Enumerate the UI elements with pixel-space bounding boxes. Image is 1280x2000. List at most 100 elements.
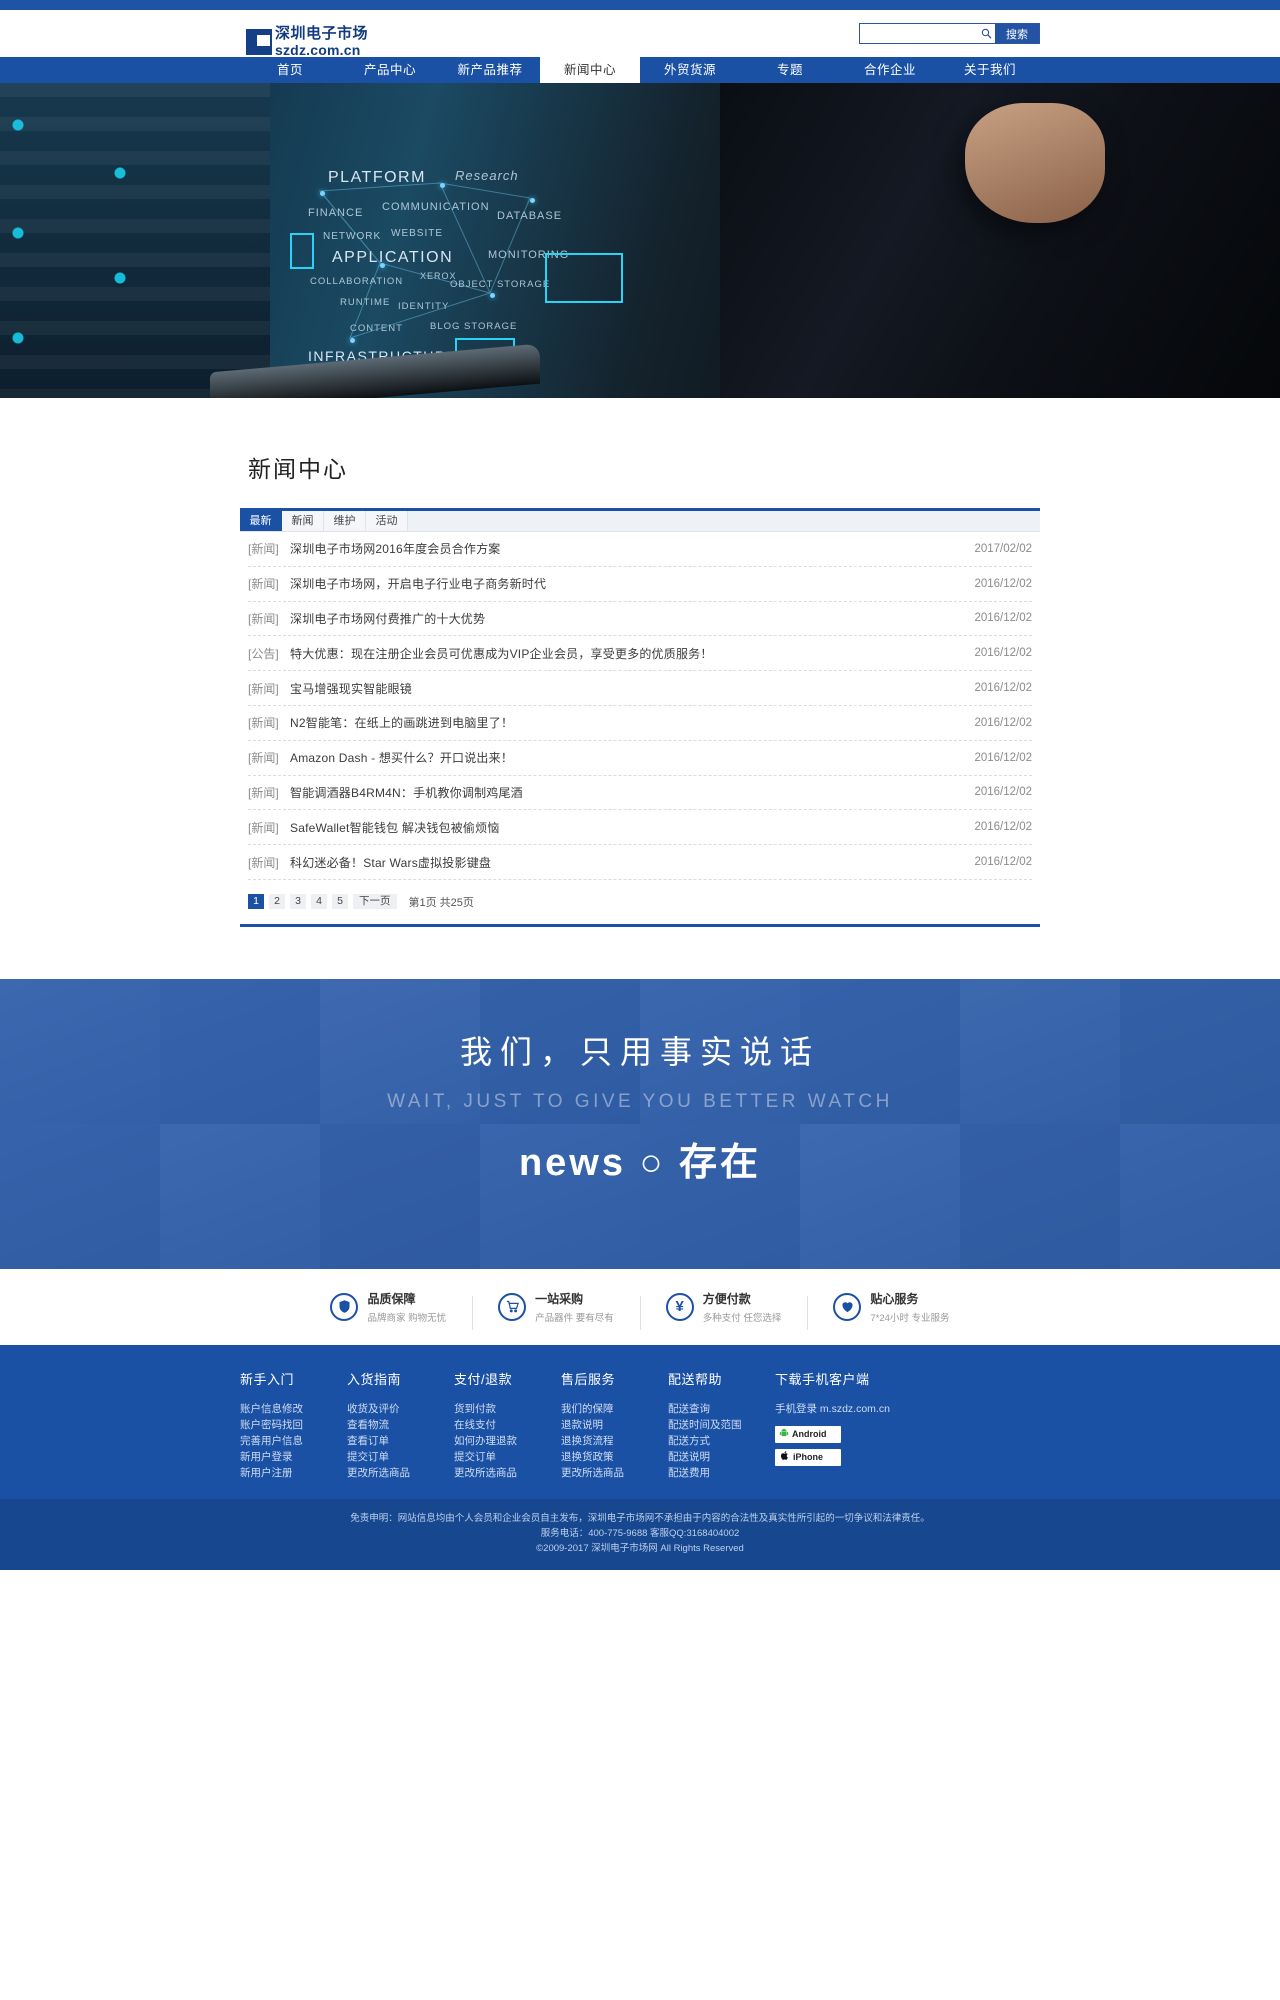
nav-item-new-products[interactable]: 新产品推荐 (440, 57, 540, 83)
footer-link[interactable]: 配送查询 (668, 1401, 775, 1417)
news-category: [新闻] (248, 855, 279, 870)
footer-link[interactable]: 配送时间及范围 (668, 1417, 775, 1433)
news-title[interactable]: 深圳电子市场网，开启电子行业电子商务新时代 (290, 575, 974, 592)
news-list-item[interactable]: [新闻] N2智能笔：在纸上的画跳进到电脑里了！ 2016/12/02 (248, 706, 1032, 741)
nav-item-home[interactable]: 首页 (240, 57, 340, 83)
service-subtitle: 品牌商家 购物无忧 (367, 1312, 447, 1324)
footer-link[interactable]: 新用户登录 (240, 1449, 347, 1465)
news-category: [新闻] (248, 820, 279, 835)
footer-link[interactable]: 配送费用 (668, 1465, 775, 1481)
contact-text: 服务电话：400-775-9688 客服QQ:3168404002 (540, 1527, 740, 1539)
news-list-item[interactable]: [公告] 特大优惠：现在注册企业会员可优惠成为VIP企业会员，享受更多的优质服务… (248, 636, 1032, 672)
page-title: 新闻中心 (248, 456, 348, 482)
news-list-item[interactable]: [新闻] 深圳电子市场网2016年度会员合作方案 2017/02/02 (248, 532, 1032, 567)
android-download-button[interactable]: Android (775, 1425, 841, 1443)
footer-link[interactable]: 更改所选商品 (454, 1465, 561, 1481)
search-button[interactable]: 搜索 (995, 24, 1039, 43)
service-item-payment: ¥ 方便付款 多种支付 任您选择 (639, 1290, 808, 1330)
slogan-line-3: news ○ 存在 (518, 1141, 762, 1184)
news-date: 2016/12/02 (974, 682, 1032, 695)
tab-latest[interactable]: 最新 (240, 511, 282, 531)
footer-link[interactable]: 更改所选商品 (561, 1465, 668, 1481)
nav-item-products[interactable]: 产品中心 (340, 57, 440, 83)
news-title[interactable]: 智能调酒器B4RM4N：手机教你调制鸡尾酒 (290, 784, 974, 801)
nav-item-partners[interactable]: 合作企业 (840, 57, 940, 83)
news-title[interactable]: 特大优惠：现在注册企业会员可优惠成为VIP企业会员，享受更多的优质服务！ (290, 645, 974, 662)
service-subtitle: 多种支付 任您选择 (702, 1312, 782, 1324)
footer-link[interactable]: 如何办理退款 (454, 1433, 561, 1449)
service-subtitle: 产品器件 要有尽有 (535, 1312, 614, 1324)
news-list-item[interactable]: [新闻] 宝马增强现实智能眼镜 2016/12/02 (248, 671, 1032, 706)
news-category: [新闻] (248, 577, 279, 592)
footer-link[interactable]: 完善用户信息 (240, 1433, 347, 1449)
news-title[interactable]: 深圳电子市场网付费推广的十大优势 (290, 610, 974, 627)
news-date: 2016/12/02 (974, 786, 1032, 799)
news-date: 2016/12/02 (974, 647, 1032, 660)
iphone-download-button[interactable]: iPhone (775, 1448, 841, 1466)
page-button-2[interactable]: 2 (269, 894, 285, 910)
site-logo[interactable]: 深圳电子市场 szdz.com.cn (246, 26, 368, 57)
footer-link[interactable]: 收货及评价 (347, 1401, 454, 1417)
footer-link[interactable]: 账户密码找回 (240, 1417, 347, 1433)
footer-link[interactable]: 新用户注册 (240, 1465, 347, 1481)
news-list-item[interactable]: [新闻] 深圳电子市场网，开启电子行业电子商务新时代 2016/12/02 (248, 567, 1032, 602)
footer-link[interactable]: 退换货流程 (561, 1433, 668, 1449)
news-category: [新闻] (248, 751, 279, 766)
nav-item-foreign-trade[interactable]: 外贸货源 (640, 57, 740, 83)
news-list-item[interactable]: [新闻] Amazon Dash - 想买什么？开口说出来！ 2016/12/0… (248, 741, 1032, 776)
news-list-item[interactable]: [新闻] 科幻迷必备！Star Wars虚拟投影键盘 2016/12/02 (248, 845, 1032, 880)
page-button-4[interactable]: 4 (311, 894, 327, 910)
footer-link[interactable]: 账户信息修改 (240, 1401, 347, 1417)
news-date: 2017/02/02 (974, 542, 1032, 555)
page-button-5[interactable]: 5 (332, 894, 348, 910)
footer-link[interactable]: 退换货政策 (561, 1449, 668, 1465)
tab-activity[interactable]: 活动 (366, 511, 408, 531)
tab-maintenance[interactable]: 维护 (324, 511, 366, 531)
news-category: [公告] (248, 646, 279, 661)
search-icon[interactable] (977, 24, 995, 43)
news-title[interactable]: 宝马增强现实智能眼镜 (290, 680, 974, 697)
service-subtitle: 7*24小时 专业服务 (870, 1312, 950, 1324)
page-button-1[interactable]: 1 (248, 894, 264, 910)
footer-link[interactable]: 退款说明 (561, 1417, 668, 1433)
footer-link[interactable]: 配送说明 (668, 1449, 775, 1465)
search-box[interactable]: 搜索 (859, 23, 1040, 44)
footer-link[interactable]: 查看物流 (347, 1417, 454, 1433)
search-input[interactable] (860, 24, 977, 43)
banner-frame-laptop (545, 253, 623, 303)
news-title[interactable]: 深圳电子市场网2016年度会员合作方案 (290, 540, 974, 557)
service-item-onestop: 一站采购 产品器件 要有尽有 (472, 1290, 640, 1330)
footer-column-beginner: 新手入门 账户信息修改 账户密码找回 完善用户信息 新用户登录 新用户注册 (240, 1369, 347, 1481)
footer-link[interactable]: 更改所选商品 (347, 1465, 454, 1481)
news-date: 2016/12/02 (974, 751, 1032, 764)
news-title[interactable]: Amazon Dash - 想买什么？开口说出来！ (290, 749, 974, 766)
footer-column-delivery-help: 配送帮助 配送查询 配送时间及范围 配送方式 配送说明 配送费用 (668, 1369, 775, 1481)
news-title[interactable]: SafeWallet智能钱包 解决钱包被偷烦恼 (290, 819, 974, 836)
page-button-3[interactable]: 3 (290, 894, 306, 910)
footer-link[interactable]: 我们的保障 (561, 1401, 668, 1417)
nav-item-topics[interactable]: 专题 (740, 57, 840, 83)
news-list-item[interactable]: [新闻] 深圳电子市场网付费推广的十大优势 2016/12/02 (248, 602, 1032, 637)
footer-link[interactable]: 货到付款 (454, 1401, 561, 1417)
news-list-item[interactable]: [新闻] SafeWallet智能钱包 解决钱包被偷烦恼 2016/12/02 (248, 810, 1032, 846)
footer-link[interactable]: 查看订单 (347, 1433, 454, 1449)
logo-mark-icon (246, 28, 272, 55)
news-title[interactable]: N2智能笔：在纸上的画跳进到电脑里了！ (290, 714, 974, 731)
hero-banner: PLATFORM Research FINANCE COMMUNICATION … (0, 83, 1280, 398)
nav-item-about-us[interactable]: 关于我们 (940, 57, 1040, 83)
copyright-text: ©2009-2017 深圳电子市场网 All Rights Reserved (536, 1542, 744, 1554)
news-list-item[interactable]: [新闻] 智能调酒器B4RM4N：手机教你调制鸡尾酒 2016/12/02 (248, 776, 1032, 811)
logo-title-cn: 深圳电子市场 (275, 25, 369, 42)
footer-link[interactable]: 在线支付 (454, 1417, 561, 1433)
tab-news[interactable]: 新闻 (282, 511, 324, 531)
footer-link[interactable]: 提交订单 (347, 1449, 454, 1465)
site-footer: 新手入门 账户信息修改 账户密码找回 完善用户信息 新用户登录 新用户注册 入货… (0, 1344, 1280, 1499)
yuan-glyph: ¥ (675, 1298, 684, 1316)
slogan-line-1: 我们，只用事实说话 (459, 1033, 820, 1070)
section-bottom-divider (240, 923, 1040, 927)
footer-link[interactable]: 提交订单 (454, 1449, 561, 1465)
footer-link[interactable]: 配送方式 (668, 1433, 775, 1449)
next-page-button[interactable]: 下一页 (353, 894, 397, 910)
nav-item-news-center[interactable]: 新闻中心 (540, 57, 640, 83)
news-title[interactable]: 科幻迷必备！Star Wars虚拟投影键盘 (290, 854, 974, 871)
